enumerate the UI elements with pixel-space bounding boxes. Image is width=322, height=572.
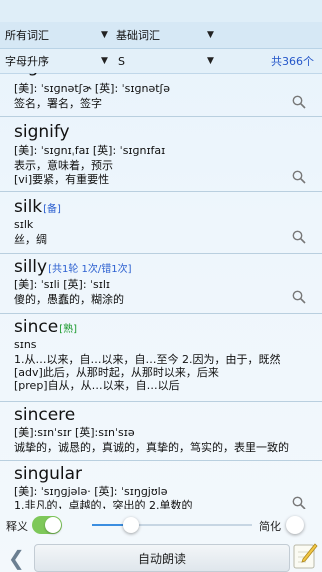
word-text: silly [14, 257, 48, 277]
phonetic-text: [美]: ˈsɪli [英]: ˈsɪlɪ [14, 278, 111, 291]
phonetic-text: [美]:sɪnˈsɪr [英]:sɪnˈsɪə [14, 426, 135, 439]
word-headword: signature [14, 73, 94, 77]
search-icon[interactable] [292, 230, 306, 244]
list-item[interactable]: singular [美]: ˈsɪŋɡjələ· [英]: ˈsɪŋɡjʊlə … [0, 461, 322, 509]
vocab-scope-label: 所有词汇 [5, 29, 49, 42]
search-icon[interactable] [292, 170, 306, 184]
status-bar [0, 0, 322, 22]
word-headword: singular [14, 464, 83, 484]
toggle-knob [45, 517, 61, 533]
search-icon[interactable] [292, 95, 306, 109]
status-tag: [共1轮 1次/错1次] [48, 264, 132, 275]
edit-pencil-icon[interactable] [292, 542, 318, 570]
explain-toggle[interactable] [32, 516, 62, 534]
list-item[interactable]: signature [美]: ˈsɪɡnətʃɚ [英]: ˈsɪɡnətʃə … [0, 73, 322, 117]
word-headword: since[熟] [14, 317, 77, 337]
definition-text: 1.从…以来，自…以来，自…至今 2.因为，由于，既然 [14, 353, 281, 366]
definition-text: 傻的，愚蠢的，糊涂的 [14, 293, 124, 306]
caret-down-icon: ▼ [207, 56, 214, 66]
vocab-scope-dropdown[interactable]: 所有词汇 ▼ [5, 22, 110, 48]
sort-order-label: 字母升序 [5, 55, 49, 68]
definition-text: 表示，意味着，预示 [14, 159, 113, 172]
speed-slider-handle[interactable] [123, 517, 139, 533]
vocab-level-label: 基础词汇 [116, 29, 160, 42]
total-count: 共366个 [271, 55, 314, 68]
definition-text: [vi]要紧，有重要性 [14, 173, 110, 186]
word-headword: silk[备] [14, 197, 61, 217]
settings-bar: 释义 简化 [0, 512, 322, 540]
definition-text: 诚挚的，诚恳的，真诚的，真挚的，笃实的，表里一致的 [14, 441, 289, 454]
definition-text: [prep]自从，从…以来，自…以后 [14, 379, 180, 392]
status-tag: [熟] [59, 324, 77, 335]
list-item[interactable]: signify [美]: ˈsɪɡnɪˌfaɪ [英]: ˈsɪɡnɪfaɪ 表… [0, 117, 322, 192]
word-text: since [14, 317, 59, 337]
list-item[interactable]: silk[备] sɪlk 丝，绸 [0, 192, 322, 254]
letter-label: S [118, 54, 125, 68]
action-bar: ❮ 自动朗读 [0, 540, 322, 572]
simplified-toggle[interactable] [286, 516, 304, 534]
status-tag: [备] [43, 204, 61, 215]
vocab-level-dropdown[interactable]: 基础词汇 ▼ [116, 22, 216, 48]
letter-dropdown[interactable]: S ▼ [118, 49, 218, 73]
phonetic-text: [美]: ˈsɪɡnətʃɚ [英]: ˈsɪɡnətʃə [14, 82, 170, 95]
caret-down-icon: ▼ [101, 30, 108, 40]
caret-down-icon: ▼ [101, 56, 108, 66]
explain-label: 释义 [6, 520, 28, 533]
back-arrow-icon[interactable]: ❮ [8, 546, 25, 570]
list-item[interactable]: since[熟] sɪns 1.从…以来，自…以来，自…至今 2.因为，由于，既… [0, 314, 322, 402]
search-icon[interactable] [292, 496, 306, 509]
phonetic-text: [美]: ˈsɪŋɡjələ· [英]: ˈsɪŋɡjʊlə [14, 485, 168, 498]
word-list[interactable]: signature [美]: ˈsɪɡnətʃɚ [英]: ˈsɪɡnətʃə … [0, 73, 322, 509]
word-text: silk [14, 197, 43, 217]
definition-text: 签名，署名，签字 [14, 97, 102, 110]
list-item[interactable]: sincere [美]:sɪnˈsɪr [英]:sɪnˈsɪə 诚挚的，诚恳的，… [0, 402, 322, 461]
word-headword: silly[共1轮 1次/错1次] [14, 257, 132, 277]
phonetic-text: sɪns [14, 338, 37, 351]
list-item[interactable]: silly[共1轮 1次/错1次] [美]: ˈsɪli [英]: ˈsɪlɪ … [0, 254, 322, 314]
word-headword: sincere [14, 405, 76, 425]
search-icon[interactable] [292, 290, 306, 304]
definition-text: 1.非凡的，卓越的，突出的 2.单数的 [14, 499, 193, 509]
sort-order-dropdown[interactable]: 字母升序 ▼ [5, 49, 110, 73]
phonetic-text: sɪlk [14, 218, 34, 231]
word-headword: signify [14, 122, 70, 142]
auto-read-button[interactable]: 自动朗读 [34, 544, 290, 572]
caret-down-icon: ▼ [207, 30, 214, 40]
definition-text: [adv]此后，从那时起，从那时以来，后来 [14, 366, 219, 379]
phonetic-text: [美]: ˈsɪɡnɪˌfaɪ [英]: ˈsɪɡnɪfaɪ [14, 144, 166, 157]
filter-bar: 所有词汇 ▼ 基础词汇 ▼ [0, 22, 322, 49]
sort-bar: 字母升序 ▼ S ▼ 共366个 [0, 49, 322, 74]
definition-text: 丝，绸 [14, 233, 47, 246]
simplified-label: 简化 [259, 520, 281, 533]
